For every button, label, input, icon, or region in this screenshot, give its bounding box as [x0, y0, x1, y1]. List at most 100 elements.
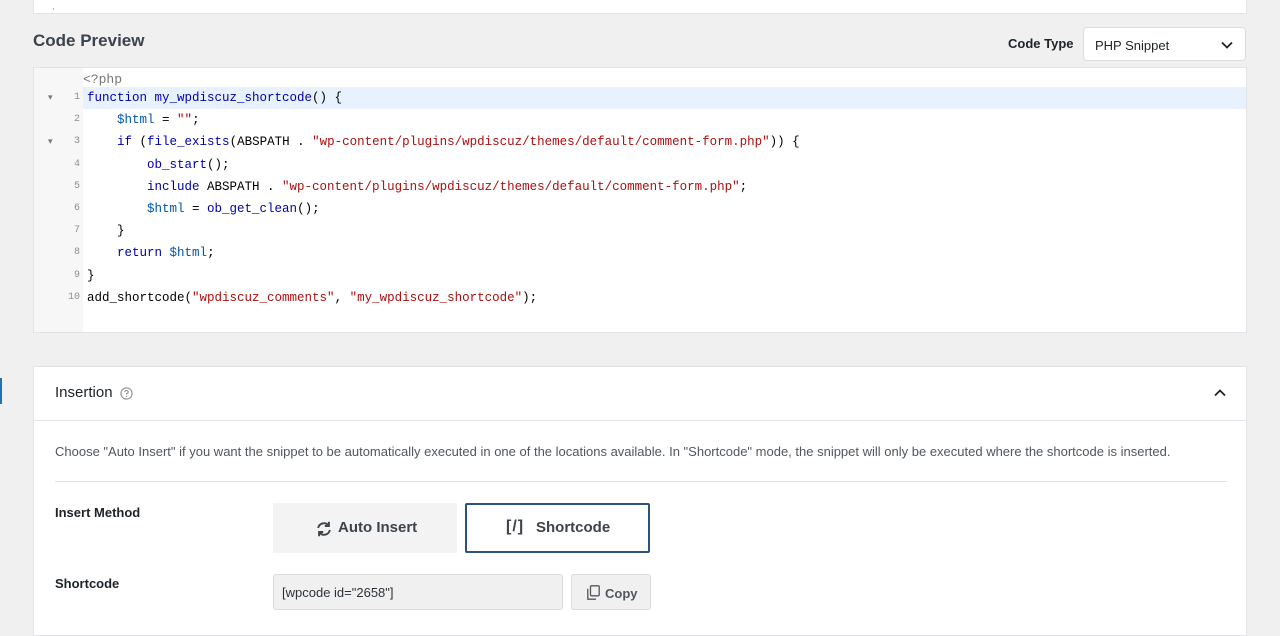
line-number: 8: [73, 247, 80, 259]
code-text: return $html;: [87, 242, 215, 264]
code-token: $html: [169, 246, 208, 261]
shortcode-icon: [/]: [506, 518, 525, 535]
code-line: 8 return $html;: [34, 242, 1246, 264]
insertion-description: Choose "Auto Insert" if you want the sni…: [55, 444, 1171, 459]
code-token: }: [87, 268, 95, 283]
refresh-icon: [317, 521, 331, 537]
copy-button[interactable]: Copy: [571, 574, 651, 610]
code-token: "wp-content/plugins/wpdiscuz/themes/defa…: [282, 179, 740, 194]
shortcode-field-label: Shortcode: [55, 576, 120, 591]
line-number: 10: [67, 291, 80, 303]
code-token: (ABSPATH .: [229, 135, 313, 150]
code-text: $html = ob_get_clean();: [87, 198, 320, 220]
insertion-header[interactable]: Insertion: [34, 367, 1246, 421]
code-type-select[interactable]: PHP Snippet: [1083, 27, 1246, 61]
code-token: )) {: [769, 135, 800, 150]
code-token: ,: [334, 290, 350, 305]
php-open-tag: <?php: [83, 72, 123, 87]
code-text: }: [87, 265, 95, 287]
code-line: ▾ 3 if (file_exists(ABSPATH . "wp-content…: [34, 131, 1246, 153]
line-number: 9: [73, 269, 80, 281]
line-number: 6: [73, 203, 80, 214]
code-token: ;: [192, 113, 200, 128]
code-text: if (file_exists(ABSPATH . "wp-content/pl…: [87, 131, 800, 153]
code-line: 10 add_shortcode("wpdiscuz_comments", "my…: [34, 287, 1246, 309]
chevron-up-icon[interactable]: [1214, 389, 1226, 397]
code-type-value: PHP Snippet: [1095, 38, 1170, 53]
code-token: return: [117, 246, 163, 261]
code-token: ;: [207, 246, 215, 261]
insert-method-label: Insert Method: [55, 505, 141, 520]
shortcode-input[interactable]: [273, 574, 563, 610]
code-token: "wpdiscuz_comments": [192, 290, 335, 305]
help-circle-icon[interactable]: [120, 387, 133, 400]
code-token: if: [117, 135, 133, 150]
code-line: 9}: [34, 265, 1246, 287]
code-preview-title: Code Preview: [33, 31, 145, 50]
code-token: }: [87, 224, 125, 239]
code-token: "my_wpdiscuz_shortcode": [349, 290, 523, 305]
code-token: ABSPATH .: [199, 179, 283, 194]
code-text: }: [87, 220, 125, 242]
insertion-title: Insertion: [55, 384, 113, 401]
code-token: );: [522, 290, 538, 305]
code-token: ob_get_clean: [207, 202, 298, 216]
code-token: (: [132, 135, 148, 150]
code-text: include ABSPATH . "wp-content/plugins/wp…: [87, 176, 747, 198]
chevron-down-icon: [1221, 41, 1233, 49]
insertion-panel: Insertion Choose "Auto Insert" if you wa…: [33, 366, 1247, 636]
copy-label: Copy: [605, 586, 638, 601]
copy-icon: [587, 585, 600, 600]
code-token: =: [184, 202, 208, 216]
code-token: include: [147, 179, 200, 194]
code-token: ();: [207, 157, 230, 172]
line-number: 3: [73, 136, 80, 148]
code-type-label: Code Type: [1008, 36, 1074, 51]
auto-insert-label: Auto Insert: [338, 519, 418, 536]
divider: [55, 481, 1227, 482]
code-token: add_shortcode(: [87, 290, 193, 305]
code-token: () {: [312, 91, 343, 105]
line-number: 5: [73, 180, 80, 192]
code-line: 5 include ABSPATH . "wp-content/plugins/…: [34, 176, 1246, 198]
code-token: my_wpdiscuz_shortcode: [154, 91, 313, 105]
code-line: 4 ob_start();: [34, 154, 1246, 176]
left-edge-accent: [0, 378, 2, 404]
code-text: add_shortcode("wpdiscuz_comments", "my_w…: [87, 287, 537, 309]
code-token: function: [87, 91, 155, 105]
code-token: file_exists: [147, 135, 230, 150]
code-token: "wp-content/plugins/wpdiscuz/themes/defa…: [312, 135, 770, 150]
line-number: 2: [73, 114, 80, 126]
code-line: 7 }: [34, 220, 1246, 242]
code-line: ▾ 1 function my_wpdiscuz_shortcode() {: [34, 87, 1246, 109]
auto-insert-button[interactable]: Auto Insert: [273, 503, 457, 553]
shortcode-button[interactable]: [/] Shortcode: [465, 503, 650, 553]
line-number: 4: [73, 158, 80, 170]
code-token: "": [177, 113, 193, 128]
code-line: 2 $html = "";: [34, 109, 1246, 131]
code-line: 6 $html = ob_get_clean();: [34, 198, 1246, 220]
code-editor[interactable]: <?php ▾ 1 function my_wpdiscuz_shortcode()…: [33, 67, 1247, 333]
previous-section-text: ,: [52, 1, 55, 11]
code-token: $html: [117, 113, 155, 128]
code-token: ob_start: [147, 157, 208, 172]
fold-toggle-icon[interactable]: ▾: [48, 131, 53, 153]
shortcode-button-label: Shortcode: [536, 519, 611, 536]
previous-section-card: ,: [33, 0, 1247, 14]
line-number: 1: [73, 92, 80, 103]
code-token: $html: [147, 202, 185, 216]
code-token: =: [154, 113, 178, 128]
fold-toggle-icon[interactable]: ▾: [48, 87, 53, 109]
code-text: ob_start();: [87, 154, 230, 176]
code-text: $html = "";: [87, 109, 200, 131]
code-token: ();: [297, 202, 320, 216]
code-text: function my_wpdiscuz_shortcode() {: [87, 87, 342, 109]
line-number: 7: [73, 225, 80, 237]
